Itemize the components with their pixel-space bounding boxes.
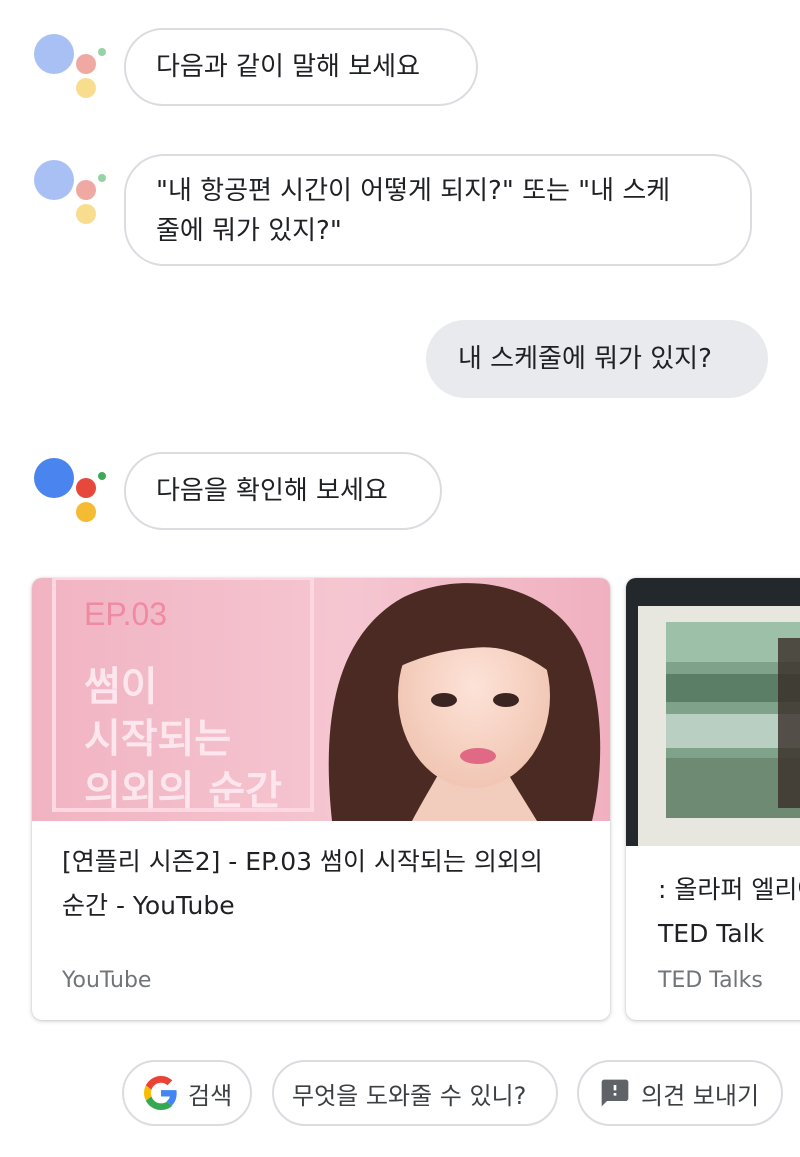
logo-red-dot: [76, 478, 96, 498]
logo-green-dot: [98, 472, 106, 480]
assistant-prompt-text: 다음과 같이 말해 보세요: [156, 52, 420, 82]
logo-yellow-dot: [76, 204, 96, 224]
assistant-response-text: 다음을 확인해 보세요: [156, 476, 388, 506]
user-query-bubble: 내 스케줄에 뭐가 있지?: [426, 320, 768, 398]
assistant-suggestion-line-2: 줄에 뭐가 있지?": [156, 216, 342, 246]
video-thumbnail: [626, 578, 800, 846]
card-title[interactable]: : 올라퍼 엘리아 TED Talk: [658, 868, 800, 956]
video-thumbnail: EP.03 썸이 시작되는 의외의 순간: [32, 578, 610, 821]
logo-red-dot: [76, 180, 96, 200]
feedback-chip[interactable]: 의견 보내기: [577, 1060, 783, 1126]
feedback-chip-label: 의견 보내기: [641, 1081, 760, 1110]
search-chip-label: 검색: [188, 1081, 233, 1110]
assistant-suggestion-line-1: "내 항공편 시간이 어떻게 되지?" 또는 "내 스케: [156, 176, 671, 206]
assistant-logo-icon: [34, 458, 114, 538]
logo-blue-dot: [34, 160, 74, 200]
help-chip[interactable]: 무엇을 도와줄 수 있니?: [272, 1060, 558, 1126]
assistant-suggestion-bubble: "내 항공편 시간이 어떻게 되지?" 또는 "내 스케 줄에 뭐가 있지?": [124, 154, 752, 266]
card-title-line-1: [연플리 시즌2] - EP.03 썸이 시작되는 의외의: [62, 847, 543, 876]
feedback-icon: [601, 1079, 629, 1107]
ted-result-card[interactable]: : 올라퍼 엘리아 TED Talk TED Talks: [626, 578, 800, 1020]
logo-yellow-dot: [76, 78, 96, 98]
search-chip[interactable]: 검색: [122, 1060, 252, 1126]
logo-blue-dot: [34, 34, 74, 74]
help-chip-label: 무엇을 도와줄 수 있니?: [292, 1081, 527, 1110]
video-thumbnail-image: [626, 578, 800, 846]
assistant-logo-icon: [34, 160, 114, 240]
thumbnail-episode-label: EP.03: [84, 596, 168, 632]
logo-blue-dot: [34, 458, 74, 498]
card-source: TED Talks: [658, 968, 763, 993]
thumbnail-title-line-1: 썸이: [84, 664, 158, 710]
user-query-text: 내 스케줄에 뭐가 있지?: [458, 344, 712, 374]
assistant-screen: 다음과 같이 말해 보세요 "내 항공편 시간이 어떻게 되지?" 또는 "내 …: [0, 0, 800, 1157]
logo-yellow-dot: [76, 502, 96, 522]
card-title-line-1: : 올라퍼 엘리아: [658, 875, 800, 904]
logo-red-dot: [76, 54, 96, 74]
card-title[interactable]: [연플리 시즌2] - EP.03 썸이 시작되는 의외의 순간 - YouTu…: [62, 840, 584, 928]
card-title-line-2: TED Talk: [658, 919, 765, 948]
thumbnail-title-line-2: 시작되는: [84, 716, 232, 762]
logo-green-dot: [98, 174, 106, 182]
youtube-result-card[interactable]: EP.03 썸이 시작되는 의외의 순간 [연플리 시즌2] - EP.03 썸…: [32, 578, 610, 1020]
google-g-icon: [144, 1076, 177, 1110]
logo-green-dot: [98, 48, 106, 56]
card-source: YouTube: [62, 968, 152, 993]
assistant-prompt-bubble: 다음과 같이 말해 보세요: [124, 28, 478, 106]
card-title-line-2: 순간 - YouTube: [62, 891, 235, 920]
assistant-logo-icon: [34, 34, 114, 114]
thumbnail-title-line-3: 의외의 순간: [84, 768, 282, 814]
assistant-response-bubble: 다음을 확인해 보세요: [124, 452, 442, 530]
